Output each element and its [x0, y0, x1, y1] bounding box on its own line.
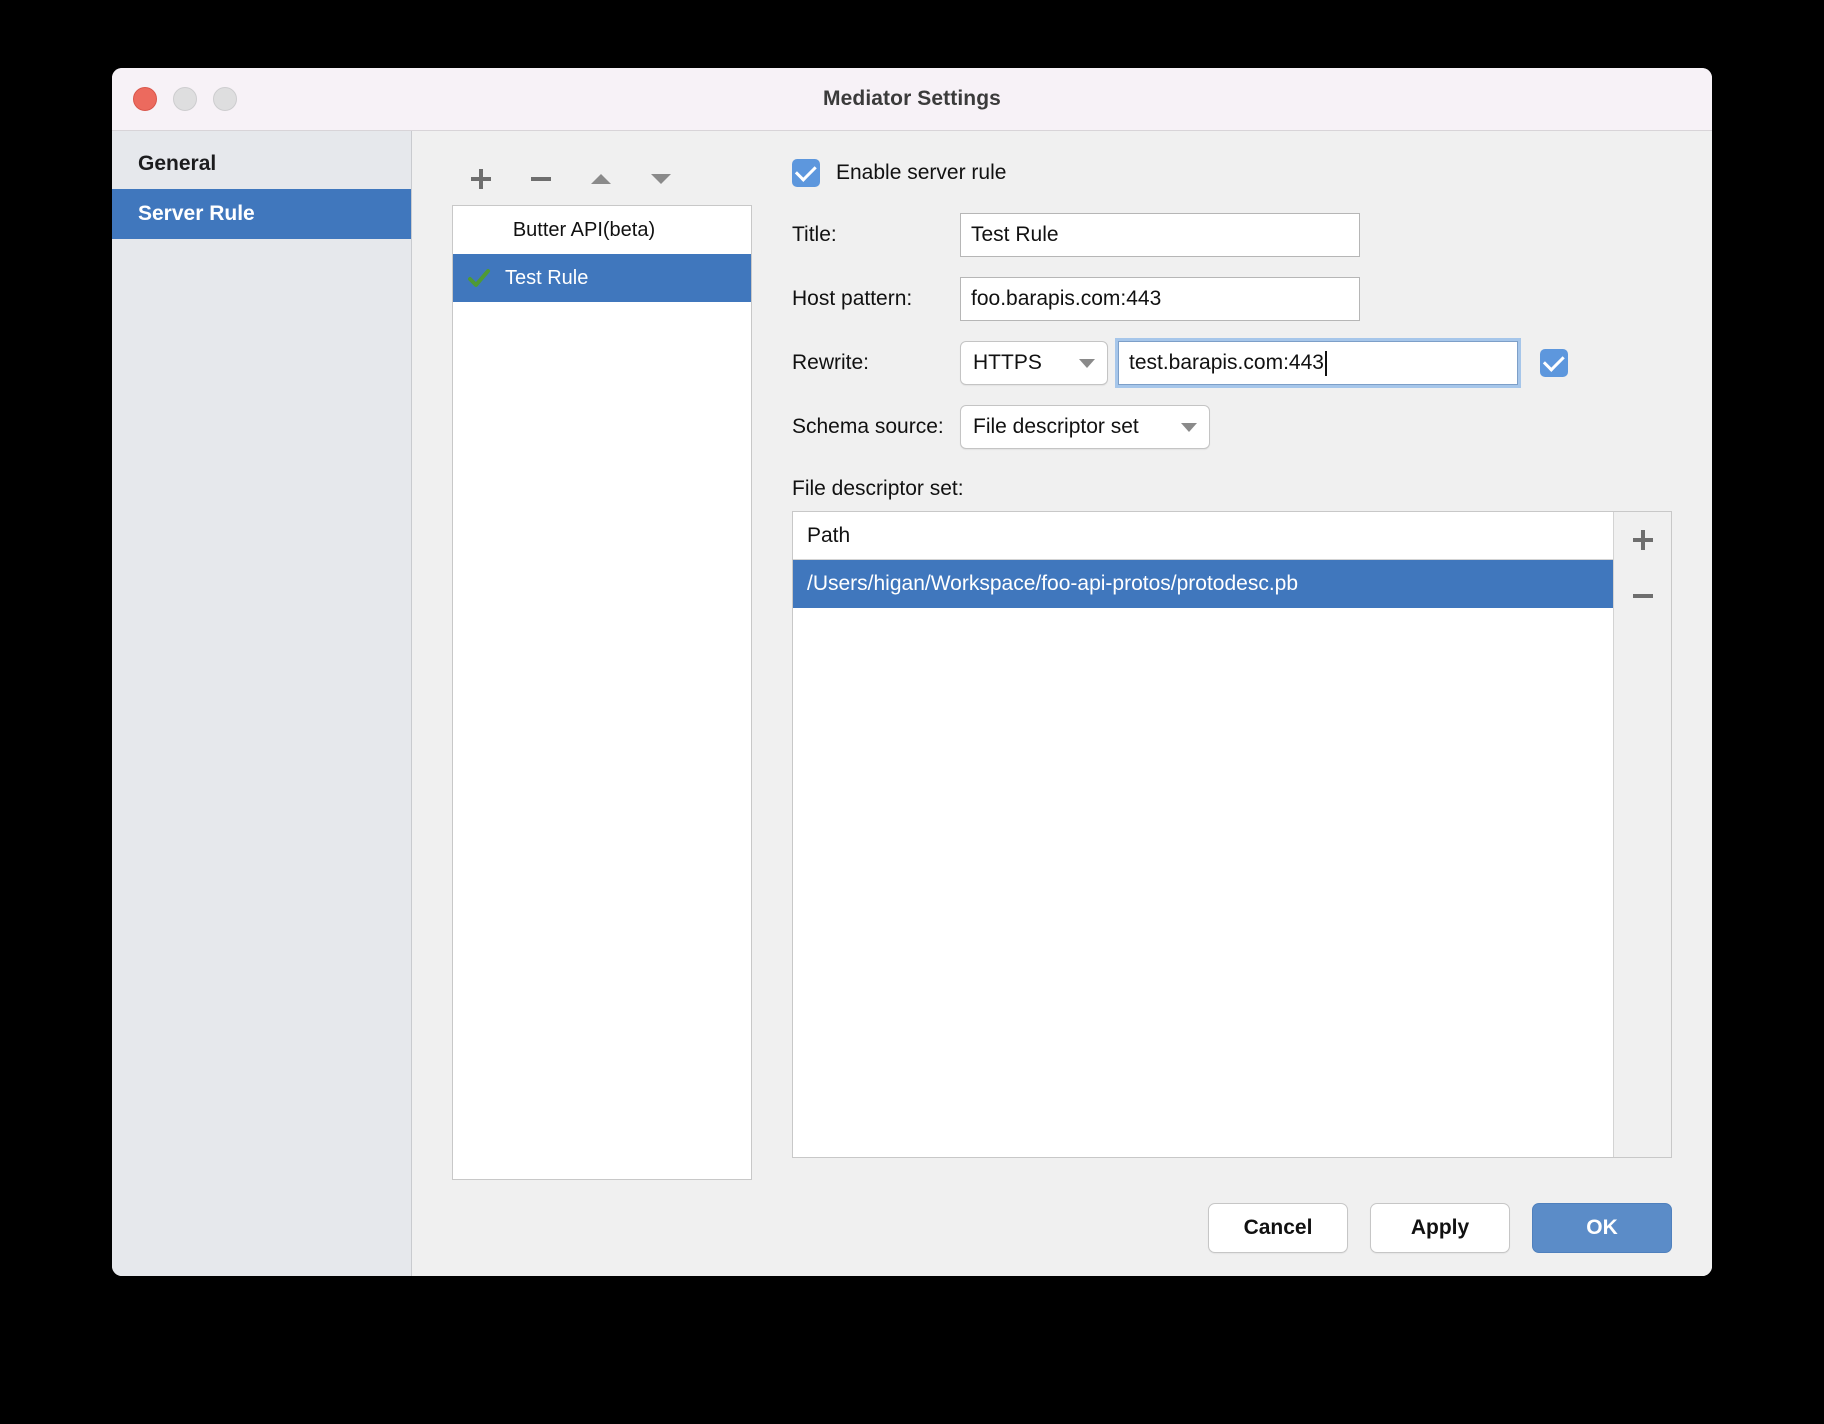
path-column-header-label: Path [807, 523, 851, 547]
enable-server-rule-checkbox[interactable] [792, 159, 820, 187]
host-pattern-input[interactable]: foo.barapis.com:443 [960, 277, 1360, 321]
table-row[interactable]: /Users/higan/Workspace/foo-api-protos/pr… [793, 560, 1613, 608]
rule-name-label: Butter API(beta) [512, 218, 656, 241]
enable-server-rule-label: Enable server rule [836, 161, 1007, 184]
file-descriptor-set-table-area: Path /Users/higan/Workspace/foo-api-prot… [792, 511, 1672, 1158]
list-item[interactable]: Test Rule [453, 254, 751, 302]
rewrite-host-input-value: test.barapis.com:443 [1129, 351, 1324, 374]
title-input[interactable]: Test Rule [960, 213, 1360, 257]
window-titlebar: Mediator Settings [112, 68, 1712, 131]
chevron-down-icon [1181, 422, 1197, 432]
checkmark-icon [1542, 349, 1565, 372]
enable-server-rule-row: Enable server rule [792, 159, 1672, 187]
path-cell-value: /Users/higan/Workspace/foo-api-protos/pr… [807, 572, 1299, 595]
remove-path-icon[interactable] [1629, 582, 1657, 610]
settings-content: Butter API(beta) Test Rule Enable server… [412, 131, 1712, 1276]
move-rule-down-icon[interactable] [648, 166, 674, 192]
schema-source-value: File descriptor set [973, 415, 1139, 438]
path-table-buttons [1613, 512, 1671, 1157]
ok-button[interactable]: OK [1532, 1203, 1672, 1253]
rewrite-row: Rewrite: HTTPS test.barapis.com:443 [792, 338, 1672, 388]
sidebar-item-server-rule[interactable]: Server Rule [112, 189, 411, 239]
sidebar-item-general[interactable]: General [112, 139, 411, 189]
cancel-button[interactable]: Cancel [1208, 1203, 1348, 1253]
checkmark-icon [794, 159, 817, 182]
sidebar-item-label: General [138, 152, 217, 175]
apply-button[interactable]: Apply [1370, 1203, 1510, 1253]
list-item[interactable]: Butter API(beta) [453, 206, 751, 254]
host-pattern-label: Host pattern: [792, 286, 913, 310]
rule-detail-form: Enable server rule Title: Test Rule Host… [752, 153, 1672, 1180]
title-row: Title: Test Rule [792, 213, 1672, 257]
rule-enabled-check-icon [453, 265, 505, 291]
rules-column: Butter API(beta) Test Rule [452, 153, 752, 1180]
rewrite-host-input[interactable]: test.barapis.com:443 [1115, 338, 1521, 388]
settings-sidebar: General Server Rule [112, 131, 412, 1276]
server-rules-list[interactable]: Butter API(beta) Test Rule [452, 205, 752, 1180]
dialog-footer: Cancel Apply OK [412, 1180, 1712, 1276]
host-pattern-input-value: foo.barapis.com:443 [971, 287, 1162, 310]
host-pattern-row: Host pattern: foo.barapis.com:443 [792, 277, 1672, 321]
window-title: Mediator Settings [823, 87, 1001, 110]
window-body: General Server Rule Butter API(beta) Tes… [112, 131, 1712, 1276]
path-column-header: Path [793, 512, 1613, 560]
add-rule-icon[interactable] [468, 166, 494, 192]
rule-name-label: Test Rule [505, 266, 589, 289]
add-path-icon[interactable] [1629, 526, 1657, 554]
rewrite-label: Rewrite: [792, 350, 870, 374]
title-input-value: Test Rule [971, 223, 1059, 246]
chevron-down-icon [1079, 358, 1095, 368]
schema-source-row: Schema source: File descriptor set [792, 405, 1672, 449]
schema-source-select[interactable]: File descriptor set [960, 405, 1210, 449]
rules-toolbar [452, 153, 752, 205]
sidebar-item-label: Server Rule [138, 202, 255, 225]
file-descriptor-set-label: File descriptor set: [792, 477, 964, 500]
rewrite-protocol-select[interactable]: HTTPS [960, 341, 1108, 385]
server-rule-panel: Butter API(beta) Test Rule Enable server… [412, 131, 1712, 1180]
rewrite-protocol-value: HTTPS [973, 351, 1042, 374]
text-cursor [1324, 350, 1327, 376]
mediator-settings-window: Mediator Settings General Server Rule Bu… [112, 68, 1712, 1276]
title-label: Title: [792, 222, 837, 246]
remove-rule-icon[interactable] [528, 166, 554, 192]
schema-source-label: Schema source: [792, 414, 944, 438]
move-rule-up-icon[interactable] [588, 166, 614, 192]
path-table[interactable]: Path /Users/higan/Workspace/foo-api-prot… [793, 512, 1613, 1157]
rewrite-enabled-checkbox[interactable] [1540, 349, 1568, 377]
